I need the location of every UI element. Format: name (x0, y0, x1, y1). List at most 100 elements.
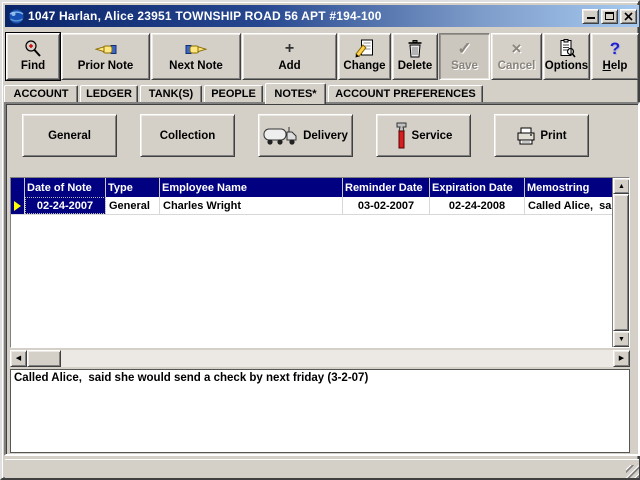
general-label: General (48, 130, 91, 142)
tab-bar: ACCOUNT LEDGER TANK(S) PEOPLE NOTES* ACC… (4, 83, 640, 102)
delivery-label: Delivery (303, 130, 348, 142)
tab-ledger-label: LEDGER (86, 88, 132, 100)
tab-account-label: ACCOUNT (14, 88, 69, 100)
minimize-button[interactable] (582, 9, 599, 24)
status-bar (5, 459, 639, 478)
question-mark-icon: ? (610, 38, 620, 59)
notes-panel: General Collection Delivery Service (4, 102, 640, 456)
tab-notes[interactable]: NOTES* (265, 83, 326, 104)
delete-label: Delete (398, 59, 433, 73)
prior-note-button[interactable]: Prior Note (61, 33, 150, 80)
memo-text-area[interactable]: Called Alice, said she would send a chec… (10, 369, 630, 453)
table-empty-area (11, 215, 614, 347)
horizontal-scrollbar-thumb[interactable] (27, 350, 61, 367)
scroll-left-button[interactable]: ◀ (10, 350, 27, 367)
cell-date-of-note[interactable]: 02-24-2007 (25, 197, 106, 214)
toolbar: Find Prior Note Next Note (4, 31, 640, 82)
general-button[interactable]: General (22, 114, 117, 157)
window-title: 1047 Harlan, Alice 23951 TOWNSHIP ROAD 5… (28, 9, 580, 23)
tab-tanks[interactable]: TANK(S) (140, 85, 202, 102)
print-button[interactable]: Print (494, 114, 589, 157)
col-memostring[interactable]: Memostring (525, 178, 614, 197)
find-magnifier-icon (23, 38, 43, 59)
arrow-right-icon: ▶ (619, 355, 624, 362)
edit-note-icon (355, 38, 374, 59)
col-expiration-date[interactable]: Expiration Date (430, 178, 525, 197)
tab-account[interactable]: ACCOUNT (4, 85, 78, 102)
tab-tanks-label: TANK(S) (149, 88, 193, 100)
cell-type[interactable]: General (106, 197, 160, 214)
x-icon: × (512, 38, 522, 59)
cell-expiration-date[interactable]: 02-24-2008 (430, 197, 525, 214)
plus-icon: + (285, 38, 294, 59)
scroll-down-button[interactable]: ▼ (613, 331, 630, 347)
find-label: Find (21, 59, 45, 73)
trash-icon (407, 38, 423, 59)
options-list-icon (558, 38, 576, 59)
tab-people[interactable]: PEOPLE (204, 85, 263, 102)
cell-reminder-date[interactable]: 03-02-2007 (343, 197, 430, 214)
hand-point-right-icon (185, 38, 207, 59)
col-date-of-note[interactable]: Date of Note (25, 178, 106, 197)
truck-icon (263, 125, 299, 146)
service-label: Service (412, 130, 453, 142)
current-record-arrow-icon (14, 201, 21, 211)
globe-icon (8, 8, 25, 25)
tab-ledger[interactable]: LEDGER (80, 85, 138, 102)
app-window: 1047 Harlan, Alice 23951 TOWNSHIP ROAD 5… (0, 0, 640, 480)
tab-notes-label: NOTES* (274, 88, 316, 100)
tab-account-preferences-label: ACCOUNT PREFERENCES (335, 88, 476, 100)
scroll-up-button[interactable]: ▲ (613, 178, 630, 194)
maximize-button[interactable] (601, 9, 618, 24)
titlebar: 1047 Harlan, Alice 23951 TOWNSHIP ROAD 5… (5, 5, 639, 27)
print-label: Print (540, 130, 566, 142)
service-button[interactable]: Service (376, 114, 471, 157)
cell-employee-name[interactable]: Charles Wright (160, 197, 343, 214)
options-label: Options (545, 59, 588, 73)
arrow-up-icon: ▲ (618, 183, 625, 190)
col-type[interactable]: Type (106, 178, 160, 197)
resize-grip[interactable] (626, 465, 639, 478)
notes-table: Date of Note Type Employee Name Reminder… (10, 177, 630, 348)
delete-button[interactable]: Delete (392, 33, 438, 80)
add-label: Add (278, 59, 300, 73)
cell-memostring[interactable]: Called Alice, sai (525, 197, 614, 214)
add-button[interactable]: + Add (242, 33, 337, 80)
table-row[interactable]: 02-24-2007 General Charles Wright 03-02-… (11, 197, 614, 215)
minimize-icon (587, 11, 595, 19)
change-button[interactable]: Change (338, 33, 391, 80)
maximize-icon (605, 12, 614, 20)
save-button: ✓ Save (439, 33, 490, 80)
marker-column-header (11, 178, 25, 197)
close-icon (624, 12, 633, 21)
help-label: Help (603, 59, 628, 73)
checkmark-icon: ✓ (457, 38, 471, 59)
delivery-button[interactable]: Delivery (258, 114, 353, 157)
pipe-wrench-icon (395, 122, 408, 149)
hand-point-left-icon (95, 38, 117, 59)
cancel-label: Cancel (498, 59, 536, 73)
tab-account-preferences[interactable]: ACCOUNT PREFERENCES (328, 85, 483, 102)
options-button[interactable]: Options (543, 33, 590, 80)
collection-button[interactable]: Collection (140, 114, 235, 157)
printer-icon (516, 127, 536, 145)
arrow-down-icon: ▼ (618, 336, 625, 343)
find-button[interactable]: Find (6, 33, 60, 80)
col-employee-name[interactable]: Employee Name (160, 178, 343, 197)
vertical-scrollbar-thumb[interactable] (613, 194, 629, 331)
col-reminder-date[interactable]: Reminder Date (343, 178, 430, 197)
vertical-scrollbar[interactable]: ▲ ▼ (612, 178, 629, 347)
next-note-label: Next Note (169, 59, 223, 73)
next-note-button[interactable]: Next Note (151, 33, 241, 80)
horizontal-scrollbar[interactable]: ◀ ▶ (10, 350, 630, 367)
scroll-right-button[interactable]: ▶ (613, 350, 630, 367)
horizontal-scrollbar-track[interactable] (61, 350, 613, 367)
tab-people-label: PEOPLE (211, 88, 256, 100)
row-marker (11, 197, 25, 214)
close-button[interactable] (620, 9, 637, 24)
cancel-button: × Cancel (491, 33, 542, 80)
save-label: Save (451, 59, 478, 73)
prior-note-label: Prior Note (78, 59, 134, 73)
help-button[interactable]: ? Help (591, 33, 639, 80)
arrow-left-icon: ◀ (16, 355, 21, 362)
